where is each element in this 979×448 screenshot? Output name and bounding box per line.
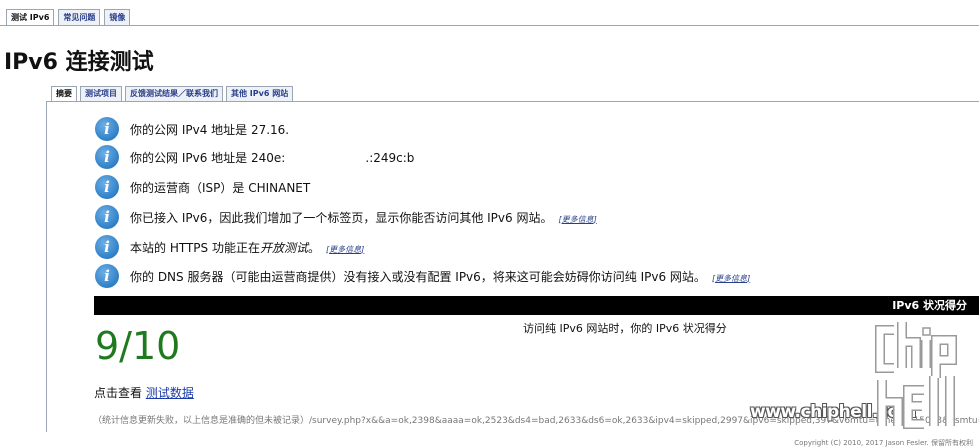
more-info-link[interactable]: [更多信息] <box>326 245 364 254</box>
tab-feedback-contact[interactable]: 反馈测试结果／联系我们 <box>125 86 223 102</box>
tab-tests-run[interactable]: 测试项目 <box>80 86 122 102</box>
info-row-dns: i 你的 DNS 服务器（可能由运营商提供）没有接入或没有配置 IPv6，将来这… <box>95 264 750 288</box>
tab-faq[interactable]: 常见问题 <box>58 9 101 26</box>
tab-test-ipv6[interactable]: 测试 IPv6 <box>6 9 55 26</box>
tab-divider <box>0 25 979 26</box>
sub-tab-bar: 摘要 测试项目 反馈测试结果／联系我们 其他 IPv6 网站 <box>51 86 294 102</box>
view-test-data: 点击查看 测试数据 <box>94 386 194 400</box>
ipv6-address-text: 你的公网 IPv6 地址是 240e: .:249c:b <box>130 150 415 165</box>
tab-mirrors[interactable]: 镜像 <box>104 9 131 26</box>
info-row-ipv6: i 你的公网 IPv6 地址是 240e: .:249c:b <box>95 145 414 169</box>
ipv4-address-text: 你的公网 IPv4 地址是 27.16. <box>130 122 290 137</box>
info-icon: i <box>95 264 119 288</box>
info-icon: i <box>95 235 119 259</box>
info-icon: i <box>95 145 119 169</box>
info-icon: i <box>95 117 119 141</box>
ipv6-enabled-text: 你已接入 IPv6，因此我们增加了一个标签页，显示你能否访问其他 IPv6 网站… <box>130 209 597 226</box>
info-row-isp: i 你的运营商（ISP）是 CHINANET <box>95 175 310 199</box>
ipv6-enabled-message: 你已接入 IPv6，因此我们增加了一个标签页，显示你能否访问其他 IPv6 网站… <box>130 210 553 225</box>
info-row-https: i 本站的 HTTPS 功能正在开放测试。 [更多信息] <box>95 235 364 259</box>
test-data-link[interactable]: 测试数据 <box>146 386 194 400</box>
more-info-link[interactable]: [更多信息] <box>712 274 750 283</box>
https-text: 本站的 HTTPS 功能正在开放测试。 [更多信息] <box>130 240 365 255</box>
isp-text: 你的运营商（ISP）是 CHINANET <box>130 180 311 195</box>
open-beta-emphasis: 开放测试 <box>259 240 308 255</box>
dns-message: 你的 DNS 服务器（可能由运营商提供）没有接入或没有配置 IPv6，将来这可能… <box>130 269 706 284</box>
dns-text: 你的 DNS 服务器（可能由运营商提供）没有接入或没有配置 IPv6，将来这可能… <box>130 268 750 285</box>
score-caption: 访问纯 IPv6 网站时，你的 IPv6 状况得分 <box>523 322 727 335</box>
chiphell-watermark-logo <box>875 322 957 429</box>
info-icon: i <box>95 205 119 229</box>
info-icon: i <box>95 175 119 199</box>
tab-other-ipv6-sites[interactable]: 其他 IPv6 网站 <box>226 86 294 102</box>
page-title: IPv6 连接测试 <box>4 50 154 75</box>
score-header-label: IPv6 状况得分 <box>892 299 967 312</box>
info-row-ipv6-enabled: i 你已接入 IPv6，因此我们增加了一个标签页，显示你能否访问其他 IPv6 … <box>95 205 597 229</box>
score-header-bar: IPv6 状况得分 <box>94 296 979 315</box>
info-row-ipv4: i 你的公网 IPv4 地址是 27.16. <box>95 117 289 141</box>
top-tab-bar: 测试 IPv6 常见问题 镜像 <box>6 9 131 26</box>
tab-summary[interactable]: 摘要 <box>51 86 77 102</box>
more-info-link[interactable]: [更多信息] <box>558 215 596 224</box>
ipv6-score: 9/10 <box>95 324 181 368</box>
